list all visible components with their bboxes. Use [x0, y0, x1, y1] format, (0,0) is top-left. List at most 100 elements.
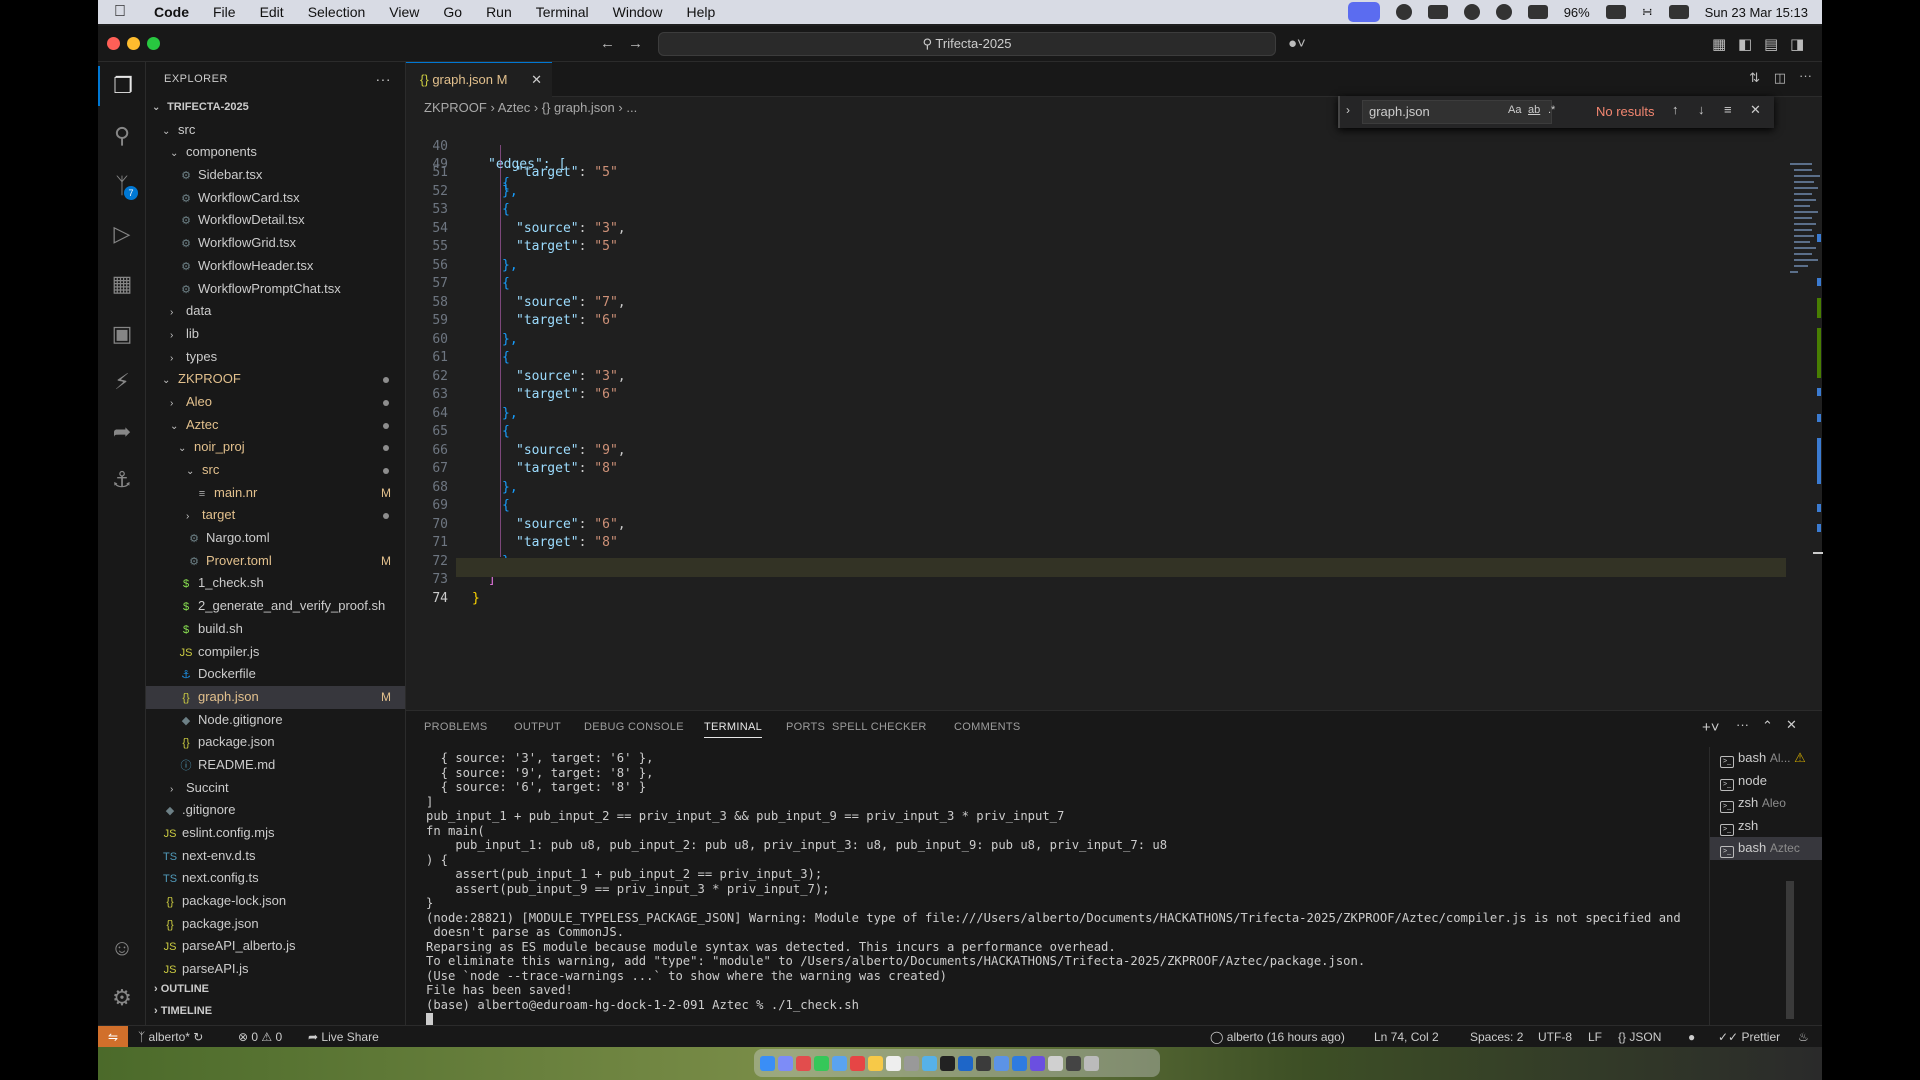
menu-file[interactable]: File — [201, 4, 248, 20]
prettier-status[interactable]: ✓✓ Prettier — [1718, 1030, 1780, 1044]
indentation-status[interactable]: Spaces: 2 — [1470, 1030, 1523, 1044]
panel-tab-spell-checker[interactable]: SPELL CHECKER — [832, 721, 927, 733]
folder-item[interactable]: › Aleo — [146, 391, 405, 414]
reminders-dock-icon[interactable] — [886, 1055, 901, 1071]
menu-run[interactable]: Run — [474, 4, 524, 20]
match-case-toggle[interactable]: Aa — [1508, 104, 1521, 116]
file-item[interactable]: ⚙ WorkflowHeader.tsx — [146, 255, 405, 278]
file-item[interactable]: ⚓ Dockerfile — [146, 663, 405, 686]
panel-tab-terminal[interactable]: TERMINAL — [704, 721, 763, 738]
close-panel-icon[interactable]: ✕ — [1786, 717, 1797, 733]
tab-graph-json[interactable]: {} graph.json M ✕ — [406, 62, 552, 97]
telegram-dock-icon[interactable] — [1012, 1055, 1027, 1071]
finder-dock-icon[interactable] — [760, 1055, 775, 1071]
find-in-selection-icon[interactable]: ≡ — [1724, 102, 1732, 117]
app-dock-icon[interactable] — [1030, 1055, 1045, 1071]
file-item[interactable]: JS compiler.js — [146, 641, 405, 664]
apple-icon[interactable]:  — [98, 3, 142, 21]
trash-dock-icon[interactable] — [1084, 1055, 1099, 1071]
live-share-icon[interactable]: ➦ — [98, 412, 146, 452]
breadcrumb-zkproof[interactable]: ZKPROOF — [424, 100, 487, 115]
terminal-output[interactable]: { source: '3', target: '6' }, { source: … — [426, 751, 1688, 1031]
file-item[interactable]: {} package.json — [146, 913, 405, 936]
folder-item[interactable]: › lib — [146, 323, 405, 346]
run-debug-icon[interactable]: ▷ — [98, 214, 146, 254]
file-item[interactable]: ⚙ WorkflowDetail.tsx — [146, 209, 405, 232]
new-terminal-icon[interactable]: +˅ — [1702, 719, 1720, 736]
git-blame-status[interactable]: ◯ alberto (16 hours ago) — [1210, 1030, 1345, 1044]
file-item[interactable]: {} package-lock.json — [146, 890, 405, 913]
terminal-instance[interactable]: >_ zsh — [1710, 815, 1822, 838]
battery-icon[interactable] — [1605, 5, 1626, 19]
workspace-root[interactable]: ⌄ TRIFECTA-2025 — [146, 96, 405, 119]
folder-item[interactable]: ⌄ components — [146, 141, 405, 164]
screen-share-icon[interactable] — [1347, 2, 1380, 22]
file-item[interactable]: $1_check.sh — [146, 572, 405, 595]
code-view[interactable]: 40 "edges": [ 49 { 50 "source": "4", 51 "ta… — [406, 119, 1786, 710]
calendar-dock-icon[interactable] — [850, 1055, 865, 1071]
terminal-instance[interactable]: >_ bash Aztec — [1710, 837, 1822, 860]
terminal-instance[interactable]: >_ node — [1710, 770, 1822, 793]
file-item[interactable]: {} graph.json M — [146, 685, 405, 709]
editor-scrollbar[interactable] — [1809, 158, 1823, 618]
timeline-section[interactable]: › TIMELINE — [146, 1000, 405, 1022]
folder-item[interactable]: › data — [146, 300, 405, 323]
search-view-icon[interactable]: ⚲ — [98, 116, 146, 156]
file-item[interactable]: ◆ Node.gitignore — [146, 709, 405, 732]
forward-arrow-icon[interactable]: → — [628, 35, 643, 52]
extensions-icon[interactable]: ▦ — [98, 264, 146, 304]
menu-terminal[interactable]: Terminal — [524, 4, 601, 20]
sticky-line[interactable]: 49 { — [406, 138, 509, 191]
toggle-secondary-sidebar-icon[interactable]: ◨ — [1790, 35, 1804, 53]
close-window-button[interactable] — [107, 37, 120, 50]
file-item[interactable]: $ build.sh — [146, 618, 405, 641]
toggle-panel-icon[interactable]: ▤ — [1764, 35, 1778, 53]
menubar-clock[interactable]: Sun 23 Mar 15:13 — [1705, 5, 1808, 20]
previous-match-icon[interactable]: ↑ — [1672, 102, 1679, 117]
file-item[interactable]: TS next-env.d.ts — [146, 845, 405, 868]
close-find-icon[interactable]: ✕ — [1750, 102, 1761, 118]
file-item[interactable]: ⚙ WorkflowGrid.tsx — [146, 232, 405, 255]
breadcrumb-symbol[interactable]: ... — [626, 100, 637, 115]
menu-code[interactable]: Code — [142, 4, 201, 20]
safari-dock-icon[interactable] — [922, 1055, 937, 1071]
file-item[interactable]: JS eslint.config.mjs — [146, 822, 405, 845]
folder-item[interactable]: › Succint — [146, 777, 405, 800]
breadcrumb-graph-json[interactable]: {} graph.json — [542, 100, 615, 115]
file-item[interactable]: ⚙ WorkflowPromptChat.tsx — [146, 278, 405, 301]
customize-layout-icon[interactable]: ▦ — [1712, 35, 1726, 53]
record-icon[interactable] — [1395, 4, 1412, 20]
terminal-instance[interactable]: >_ zsh Aleo — [1710, 792, 1822, 815]
file-item[interactable]: ⚙ Prover.toml M — [146, 550, 405, 573]
panel-tab-ports[interactable]: PORTS — [786, 721, 825, 733]
settings-gear-icon[interactable]: ⚙ — [98, 978, 146, 1018]
menu-view[interactable]: View — [377, 4, 431, 20]
folder-item[interactable]: ⌄ src — [146, 459, 405, 482]
encoding-status[interactable]: UTF-8 — [1538, 1030, 1572, 1044]
file-item[interactable]: ⚙ Sidebar.tsx — [146, 164, 405, 187]
split-editor-icon[interactable]: ◫ — [1774, 70, 1786, 86]
whole-word-toggle[interactable]: ab — [1528, 104, 1540, 116]
notes-dock-icon[interactable] — [868, 1055, 883, 1071]
back-arrow-icon[interactable]: ← — [600, 35, 615, 52]
folder-item[interactable]: ⌄ src — [146, 119, 405, 142]
preview-dock-icon[interactable] — [1048, 1055, 1063, 1071]
messages-dock-icon[interactable] — [814, 1055, 829, 1071]
toggle-replace-icon[interactable]: › — [1346, 103, 1350, 117]
control-center-icon[interactable] — [1668, 5, 1689, 19]
source-control-icon[interactable]: ᛉ7 — [98, 166, 146, 206]
problems-status[interactable]: ⊗ 0 ⚠ 0 — [238, 1030, 282, 1044]
breadcrumb-aztec[interactable]: Aztec — [498, 100, 531, 115]
menu-go[interactable]: Go — [431, 4, 474, 20]
more-actions-icon[interactable]: ··· — [376, 62, 392, 96]
terminal-instance[interactable]: >_ bash Al... ⚠ — [1710, 747, 1822, 770]
branch-status[interactable]: ᛉ alberto* ↻ — [138, 1030, 203, 1044]
maximize-panel-icon[interactable]: ⌃ — [1762, 718, 1773, 734]
explorer-icon[interactable]: ❐ — [98, 66, 146, 106]
notifications-icon[interactable]: ♨ — [1798, 1030, 1809, 1044]
menu-selection[interactable]: Selection — [296, 4, 378, 20]
file-item[interactable]: ⚙ WorkflowCard.tsx — [146, 187, 405, 210]
launchpad-dock-icon[interactable] — [778, 1055, 793, 1071]
menu-edit[interactable]: Edit — [248, 4, 296, 20]
copilot-menu-icon[interactable]: ●˅ — [1288, 35, 1306, 52]
